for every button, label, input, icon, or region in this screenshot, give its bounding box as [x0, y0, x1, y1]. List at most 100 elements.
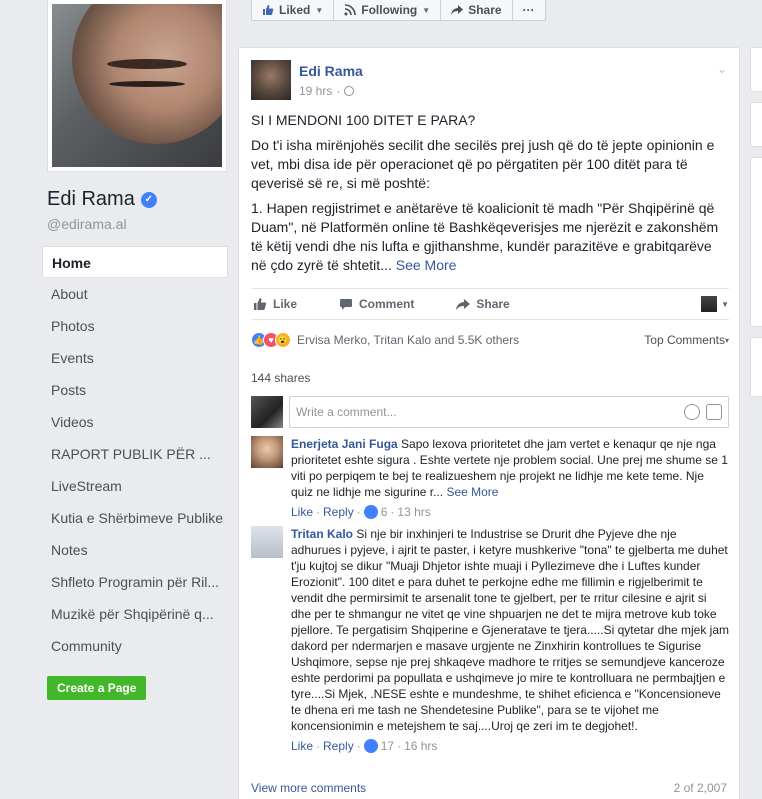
thumbs-up-icon — [254, 298, 267, 310]
post-as-selector[interactable]: ▼ — [701, 296, 729, 312]
profile-picture[interactable] — [47, 0, 227, 172]
top-comments-dropdown[interactable]: Top Comments — [644, 333, 725, 347]
thumbs-up-icon — [263, 5, 274, 16]
like-button[interactable]: Like — [253, 297, 297, 311]
nav-item-photos[interactable]: Photos — [42, 310, 228, 342]
following-button[interactable]: Following ▼ — [334, 0, 442, 20]
separator: · — [356, 505, 361, 519]
comment-time[interactable]: 13 hrs — [397, 504, 430, 520]
comment-author[interactable]: Enerjeta Jani Fuga — [291, 437, 398, 451]
commenter-avatar[interactable] — [251, 526, 283, 558]
comment-input[interactable]: Write a comment... — [289, 396, 729, 428]
post-header: Edi Rama 19 hrs · — [251, 60, 363, 100]
like-count-icon — [363, 505, 378, 519]
page-action-bar: Liked ▼ Following ▼ Share ··· — [251, 0, 546, 21]
comment-item: Tritan Kalo Si nje bir inxhinjeri te Ind… — [251, 526, 729, 754]
profile-handle[interactable]: @edirama.al — [47, 216, 127, 232]
profile-name-text[interactable]: Edi Rama — [47, 188, 135, 211]
following-label: Following — [361, 3, 418, 17]
separator: · — [316, 739, 321, 753]
comment-author[interactable]: Tritan Kalo — [291, 527, 353, 541]
comment-bubble-icon — [340, 299, 353, 310]
page-avatar-mini — [701, 296, 718, 312]
globe-icon — [344, 86, 355, 96]
like-label: Like — [273, 297, 298, 311]
nav-item-raport-publik[interactable]: RAPORT PUBLIK PËR ... — [42, 438, 228, 470]
caret-down-icon[interactable]: ▾ — [725, 336, 729, 345]
wow-reaction-icon[interactable]: 😮 — [275, 332, 291, 348]
comment-label: Comment — [359, 297, 415, 311]
post-heading: SI I MENDONI 100 DITET E PARA? — [251, 112, 476, 128]
viewer-avatar — [251, 396, 283, 428]
reaction-names[interactable]: Ervisa Merko, Tritan Kalo and 5.5K other… — [297, 333, 519, 347]
caret-down-icon: ▼ — [422, 5, 431, 15]
view-more-comments-link[interactable]: View more comments — [251, 781, 366, 795]
create-page-button[interactable]: Create a Page — [47, 676, 147, 700]
commenter-avatar[interactable] — [251, 436, 283, 468]
profile-photo-image — [52, 4, 222, 167]
separator: · — [316, 505, 321, 519]
meta-separator: · — [336, 84, 341, 98]
post-options-chevron-icon[interactable]: ⌄ — [717, 62, 727, 76]
caret-down-icon: ▼ — [721, 299, 729, 309]
nav-item-events[interactable]: Events — [42, 342, 228, 374]
nav-item-kutia[interactable]: Kutia e Shërbimeve Publike — [42, 502, 228, 534]
post-actions: Like Comment Share ▼ — [251, 288, 729, 320]
rss-icon — [344, 4, 357, 16]
post-author[interactable]: Edi Rama — [299, 63, 363, 79]
comment-item: Enerjeta Jani Fuga Sapo lexova prioritet… — [251, 436, 729, 520]
comment-time[interactable]: 16 hrs — [404, 738, 437, 754]
post-timestamp[interactable]: 19 hrs — [299, 84, 332, 98]
nav-item-shfleto[interactable]: Shfleto Programin për Ril... — [42, 566, 228, 598]
share-arrow-icon — [456, 299, 471, 310]
separator: · — [390, 505, 395, 519]
nav-item-muzike[interactable]: Muzikë për Shqipërinë q... — [42, 598, 228, 630]
comment-see-more-link[interactable]: See More — [446, 485, 498, 499]
right-sidebar-card — [750, 157, 762, 327]
nav-item-community[interactable]: Community — [42, 630, 228, 662]
share-label: Share — [476, 297, 510, 311]
reactions-summary: 👍 ♥ 😮 Ervisa Merko, Tritan Kalo and 5.5K… — [251, 332, 729, 348]
right-sidebar-card — [750, 102, 762, 147]
comment-like-count[interactable]: 17 — [381, 738, 394, 754]
comment-reply-link[interactable]: Reply — [323, 738, 354, 754]
comment-like-link[interactable]: Like — [291, 504, 313, 520]
comment-count: 2 of 2,007 — [673, 781, 727, 795]
comment-like-count[interactable]: 6 — [381, 504, 388, 520]
comment-placeholder: Write a comment... — [296, 405, 397, 419]
emoji-icon[interactable] — [684, 404, 700, 420]
nav-item-notes[interactable]: Notes — [42, 534, 228, 566]
right-sidebar-card — [750, 47, 762, 92]
post-paragraph-1: Do t'i isha mirënjohës secilit dhe secil… — [251, 137, 715, 191]
sticker-icon[interactable] — [706, 404, 722, 420]
nav-item-home[interactable]: Home — [42, 246, 228, 278]
comment-button[interactable]: Comment — [339, 297, 414, 311]
like-count-icon — [363, 739, 378, 753]
write-comment-row: Write a comment... — [251, 396, 729, 428]
separator: · — [397, 739, 402, 753]
more-options-button[interactable]: ··· — [513, 0, 545, 20]
page-nav: Home About Photos Events Posts Videos RA… — [42, 246, 228, 662]
post-body: SI I MENDONI 100 DITET E PARA? Do t'i is… — [251, 111, 729, 281]
see-more-link[interactable]: See More — [396, 257, 457, 273]
right-sidebar-card — [750, 337, 762, 397]
share-button[interactable]: Share — [456, 297, 510, 311]
nav-item-posts[interactable]: Posts — [42, 374, 228, 406]
share-arrow-icon — [451, 5, 464, 15]
comment-reply-link[interactable]: Reply — [323, 504, 354, 520]
share-page-button[interactable]: Share — [441, 0, 513, 20]
comment-text: Si nje bir inxhinjeri te Industrise se D… — [291, 527, 729, 733]
nav-item-videos[interactable]: Videos — [42, 406, 228, 438]
separator: · — [356, 739, 361, 753]
comment-like-link[interactable]: Like — [291, 738, 313, 754]
profile-name[interactable]: Edi Rama ✓ — [47, 188, 157, 211]
post-paragraph-2: 1. Hapen regjistrimet e anëtarëve të koa… — [251, 200, 719, 273]
liked-button[interactable]: Liked ▼ — [252, 0, 335, 20]
post-paragraph-2-wrap: 1. Hapen regjistrimet e anëtarëve të koa… — [251, 199, 729, 275]
nav-item-livestream[interactable]: LiveStream — [42, 470, 228, 502]
author-avatar[interactable] — [251, 60, 291, 100]
nav-item-about[interactable]: About — [42, 278, 228, 310]
verified-badge-icon: ✓ — [140, 191, 157, 208]
liked-label: Liked — [279, 3, 311, 17]
shares-count[interactable]: 144 shares — [251, 371, 310, 385]
